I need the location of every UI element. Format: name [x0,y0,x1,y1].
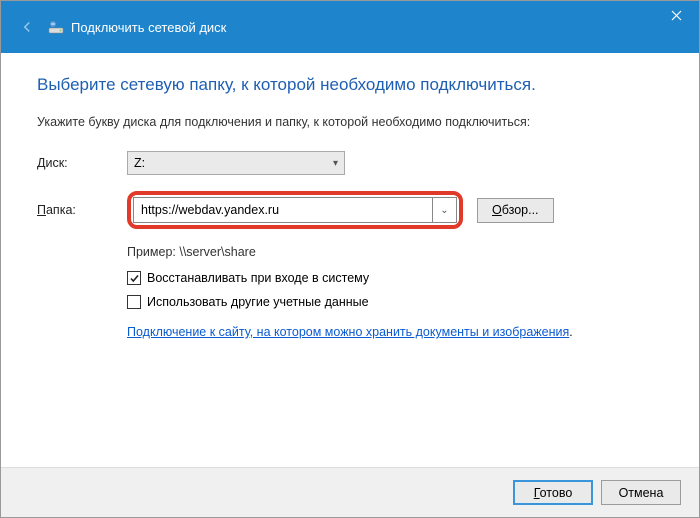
checkbox-reconnect-label: Восстанавливать при входе в систему [147,271,369,285]
checkbox-credentials[interactable] [127,295,141,309]
checkbox-credentials-label: Использовать другие учетные данные [147,295,369,309]
back-button[interactable] [15,15,39,39]
link-row: Подключение к сайту, на котором можно хр… [127,319,663,339]
instruction-text: Укажите букву диска для подключения и па… [37,115,663,129]
folder-input-highlight: ⌄ [127,191,463,229]
checkbox-credentials-row: Использовать другие учетные данные [127,295,663,309]
folder-dropdown-button[interactable]: ⌄ [433,197,457,223]
window-title: Подключить сетевой диск [71,20,226,35]
chevron-down-icon: ▾ [333,158,338,169]
checkbox-reconnect[interactable] [127,271,141,285]
titlebar: Подключить сетевой диск [1,1,699,53]
folder-row: Папка: ⌄ Обзор... [37,191,663,229]
drive-row: Диск: Z: ▾ [37,151,663,175]
options-block: Пример: \\server\share Восстанавливать п… [127,245,663,339]
cancel-button[interactable]: Отмена [601,480,681,505]
folder-input[interactable] [133,197,433,223]
example-text: Пример: \\server\share [127,245,663,259]
drive-label: Диск: [37,156,127,170]
footer: Готово Отмена [1,467,699,517]
content-area: Выберите сетевую папку, к которой необхо… [1,53,699,463]
checkbox-reconnect-row: Восстанавливать при входе в систему [127,271,663,285]
drive-select[interactable]: Z: ▾ [127,151,345,175]
finish-button[interactable]: Готово [513,480,593,505]
chevron-down-icon: ⌄ [440,205,448,216]
drive-icon [47,18,65,36]
folder-label: Папка: [37,203,127,217]
page-heading: Выберите сетевую папку, к которой необхо… [37,75,663,95]
drive-value: Z: [134,156,145,170]
connect-site-link[interactable]: Подключение к сайту, на котором можно хр… [127,325,569,339]
browse-button[interactable]: Обзор... [477,198,554,223]
close-button[interactable] [653,1,699,29]
